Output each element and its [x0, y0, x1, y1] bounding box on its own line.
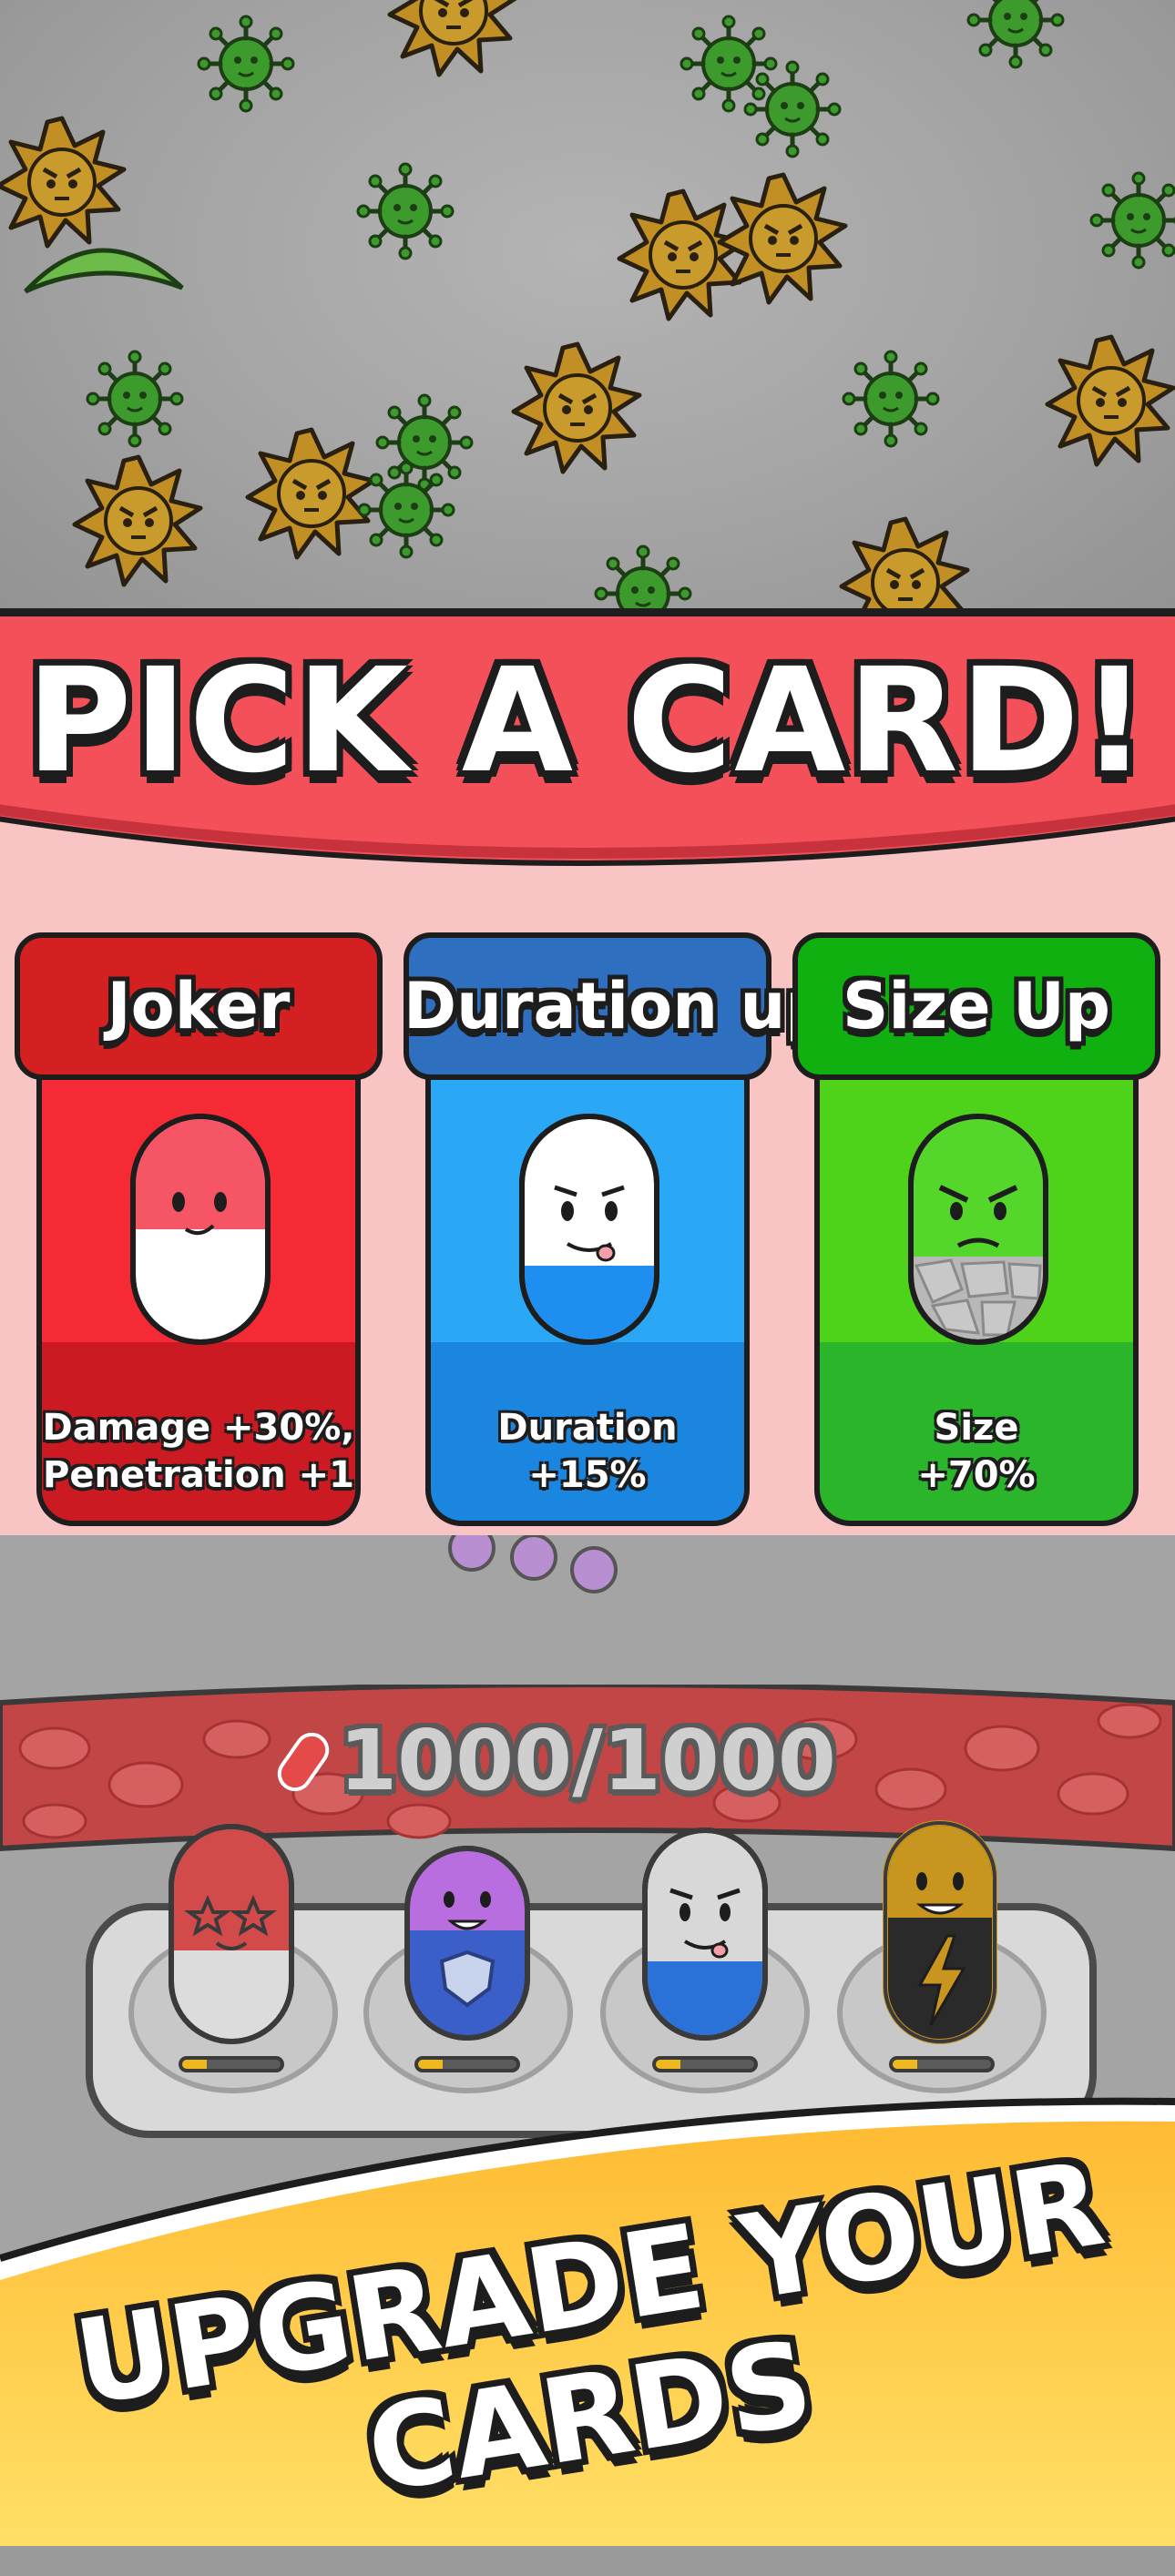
card-title: Joker [107, 969, 291, 1044]
card-size-up[interactable]: Size +70% Size Up [792, 932, 1160, 1526]
green-virus [968, 0, 1063, 67]
orange-virus [619, 191, 745, 319]
shield-pill-icon[interactable] [402, 1843, 533, 2043]
charge-bar [889, 2056, 995, 2072]
card-body: Damage +30%, Penetration +1 [36, 1074, 361, 1526]
leaf-projectile [24, 248, 184, 294]
green-virus [359, 463, 454, 557]
green-virus [843, 351, 938, 446]
health-counter: 1000/1000 [339, 1712, 836, 1809]
card-title: Duration up [404, 969, 832, 1044]
lightning-pill-icon[interactable] [880, 1817, 1000, 2047]
duration-pill-icon [516, 1111, 662, 1348]
green-virus [745, 62, 840, 157]
pick-a-card-title: PICK A CARD! [26, 637, 1149, 805]
orange-virus [248, 430, 373, 557]
card-description: Damage +30%, Penetration +1 [42, 1407, 355, 1496]
purple-projectile [510, 1535, 557, 1581]
purple-projectile [448, 1535, 496, 1572]
enemy-field [0, 0, 1175, 628]
charge-fill [656, 2060, 680, 2069]
card-description: Size +70% [917, 1407, 1036, 1496]
orange-virus [720, 175, 845, 302]
charge-bar [414, 2056, 520, 2072]
green-virus [1091, 173, 1175, 268]
card-description: Duration +15% [497, 1407, 678, 1496]
orange-virus [1047, 337, 1173, 464]
star-eyes-pill-icon[interactable] [166, 1821, 297, 2047]
green-virus [199, 16, 293, 111]
card-body: Duration +15% [425, 1074, 750, 1526]
green-virus [87, 351, 182, 446]
card-joker[interactable]: Damage +30%, Penetration +1 Joker [15, 932, 383, 1526]
charge-fill [893, 2060, 917, 2069]
orange-virus [75, 457, 200, 585]
orange-virus [0, 118, 124, 246]
charge-bar [179, 2056, 284, 2072]
green-virus [377, 395, 472, 490]
orange-virus [390, 0, 516, 75]
size-pill-icon [905, 1111, 1051, 1348]
purple-projectile [570, 1546, 618, 1593]
green-virus [358, 164, 453, 259]
charge-fill [182, 2060, 207, 2069]
card-duration-up[interactable]: Duration +15% Duration up [404, 932, 832, 1526]
card-title: Size Up [843, 969, 1110, 1044]
orange-virus [514, 344, 639, 472]
charge-fill [418, 2060, 443, 2069]
charge-bar [652, 2056, 758, 2072]
green-virus [681, 16, 776, 111]
silver-pill-icon[interactable] [639, 1825, 771, 2043]
joker-pill-icon [128, 1111, 273, 1348]
card-body: Size +70% [814, 1074, 1139, 1526]
battlefield-top [0, 0, 1175, 628]
